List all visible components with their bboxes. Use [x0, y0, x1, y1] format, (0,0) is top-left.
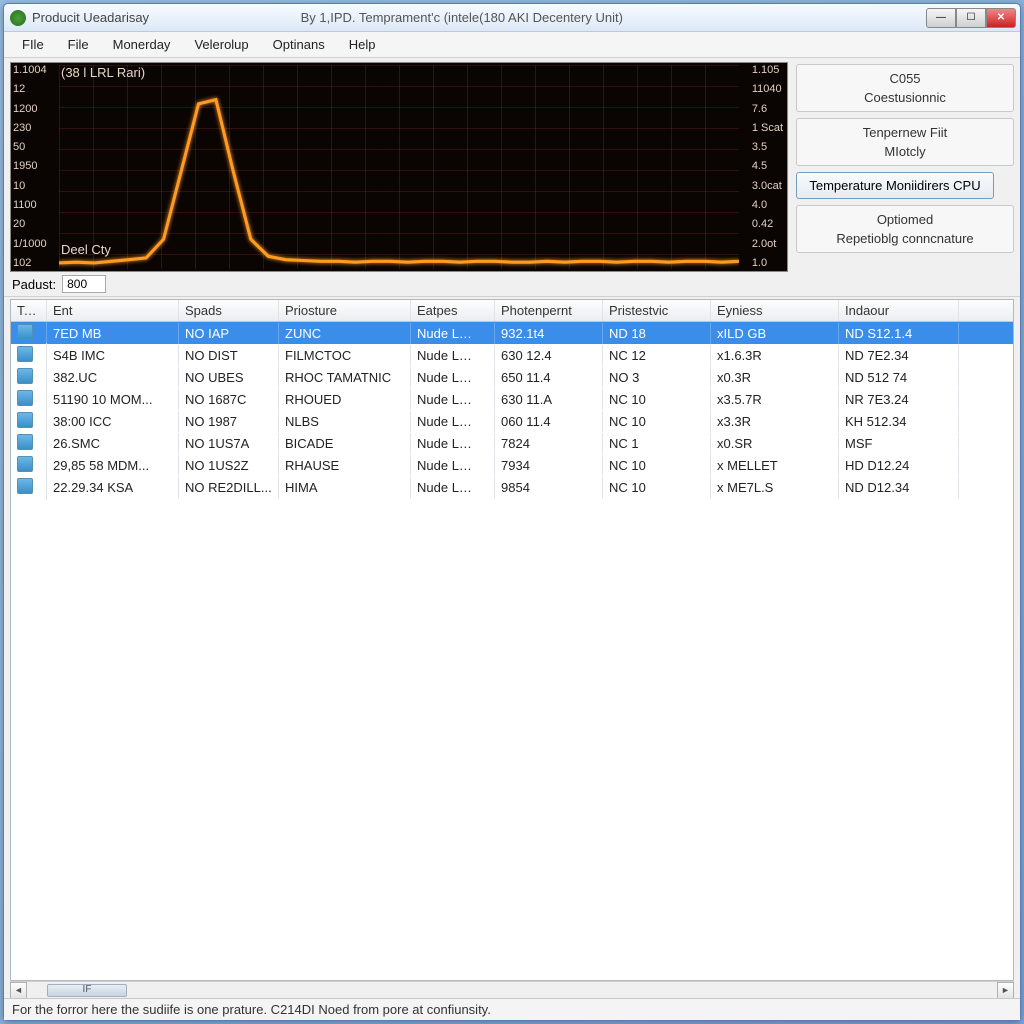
table-body: 7ED MBNO IAPZUNCNude L…932.1t4ND 18xILD …: [11, 322, 1013, 980]
chart-y-right-ticks: 1.105110407.61 Scat3.54.53.0cat4.00.422.…: [752, 63, 783, 271]
menu-velerolup[interactable]: Velerolup: [182, 33, 260, 56]
table-row[interactable]: 26.SMCNO 1US7ABICADENude L…7824NC 1x0.SR…: [11, 432, 1013, 454]
side-g2-l1: Tenpernew Fiit: [863, 125, 948, 140]
menu-help[interactable]: Help: [337, 33, 388, 56]
maximize-button[interactable]: ☐: [956, 8, 986, 28]
scroll-right-arrow[interactable]: ►: [997, 982, 1014, 999]
app-subtitle: By 1,IPD. Temprament'c (intele(180 AKI D…: [301, 10, 623, 25]
scroll-thumb[interactable]: IF: [47, 984, 127, 997]
upper-panel: 1.1004121200230501950101100201/1000102 (…: [4, 58, 1020, 272]
th-ent[interactable]: Ent: [47, 300, 179, 321]
process-table: Tepl Ent Spads Priosture Eatpes Photenpe…: [10, 299, 1014, 981]
th-priosture[interactable]: Priosture: [279, 300, 411, 321]
chart-bottom-label: Deel Cty: [61, 242, 111, 257]
app-window: Producit Ueadarisay By 1,IPD. Temprament…: [3, 3, 1021, 1021]
th-spads[interactable]: Spads: [179, 300, 279, 321]
app-title: Producit Ueadarisay: [32, 10, 149, 25]
row-icon: [17, 390, 33, 406]
menu-file-1[interactable]: FIle: [10, 33, 56, 56]
menubar: FIle File Monerday Velerolup Optinans He…: [4, 32, 1020, 58]
chart-line: [59, 63, 739, 272]
row-icon: [17, 346, 33, 362]
row-icon: [17, 434, 33, 450]
scroll-thumb-label: IF: [83, 984, 92, 995]
table-row[interactable]: S4B IMCNO DISTFILMCTOCNude L…630 12.4NC …: [11, 344, 1013, 366]
table-row[interactable]: 7ED MBNO IAPZUNCNude L…932.1t4ND 18xILD …: [11, 322, 1013, 344]
minimize-button[interactable]: —: [926, 8, 956, 28]
side-group-3: Optiomed Repetioblg conncnature: [796, 205, 1014, 253]
scroll-left-arrow[interactable]: ◄: [10, 982, 27, 999]
table-row[interactable]: 38:00 ICCNO 1987NLBSNude L…060 11.4NC 10…: [11, 410, 1013, 432]
th-eyniess[interactable]: Eyniess: [711, 300, 839, 321]
row-icon: [17, 478, 33, 494]
temperature-chart: 1.1004121200230501950101100201/1000102 (…: [10, 62, 788, 272]
app-icon: [10, 10, 26, 26]
th-indaour[interactable]: Indaour: [839, 300, 959, 321]
row-icon: [17, 368, 33, 384]
side-g1-l1: C055: [889, 71, 920, 86]
titlebar: Producit Ueadarisay By 1,IPD. Temprament…: [4, 4, 1020, 32]
th-photenpernt[interactable]: Photenpernt: [495, 300, 603, 321]
th-tepl[interactable]: Tepl: [11, 300, 47, 321]
statusbar: For the forror here the sudiife is one p…: [4, 998, 1020, 1020]
temperature-monitor-cpu-button[interactable]: Temperature Moniidirers CPU: [796, 172, 994, 199]
side-g3-l1: Optiomed: [877, 212, 933, 227]
side-group-1: C055 Coestusionnic: [796, 64, 1014, 112]
menu-optinans[interactable]: Optinans: [261, 33, 337, 56]
side-panel: C055 Coestusionnic Tenpernew Fiit MIotcl…: [796, 62, 1014, 272]
horizontal-scrollbar[interactable]: ◄ IF ►: [10, 981, 1014, 998]
filter-label: Padust:: [12, 277, 56, 292]
table-row[interactable]: 22.29.34 KSANO RE2DILL...HIMANude L…9854…: [11, 476, 1013, 498]
window-controls: — ☐ ✕: [926, 8, 1016, 28]
table-row[interactable]: 51190 10 MOM...NO 1687CRHOUEDNude L…630 …: [11, 388, 1013, 410]
side-g1-l2: Coestusionnic: [864, 90, 946, 105]
scroll-track[interactable]: IF: [27, 982, 997, 999]
row-icon: [17, 324, 33, 340]
menu-monerday[interactable]: Monerday: [101, 33, 183, 56]
row-icon: [17, 456, 33, 472]
chart-y-left-ticks: 1.1004121200230501950101100201/1000102: [13, 63, 47, 271]
table-header: Tepl Ent Spads Priosture Eatpes Photenpe…: [11, 300, 1013, 322]
filter-bar: Padust:: [4, 272, 1020, 297]
table-row[interactable]: 382.UCNO UBESRHOC TAMATNICNude L…650 11.…: [11, 366, 1013, 388]
th-pristestvic[interactable]: Pristestvic: [603, 300, 711, 321]
chart-title: (38 l LRL Rari): [61, 65, 145, 80]
side-g3-l2: Repetioblg conncnature: [836, 231, 973, 246]
menu-file-2[interactable]: File: [56, 33, 101, 56]
side-g2-l2: MIotcly: [884, 144, 925, 159]
close-button[interactable]: ✕: [986, 8, 1016, 28]
side-group-2: Tenpernew Fiit MIotcly: [796, 118, 1014, 166]
row-icon: [17, 412, 33, 428]
table-row[interactable]: 29,85 58 MDM...NO 1US2ZRHAUSENude L…7934…: [11, 454, 1013, 476]
filter-input[interactable]: [62, 275, 106, 293]
th-eatpes[interactable]: Eatpes: [411, 300, 495, 321]
